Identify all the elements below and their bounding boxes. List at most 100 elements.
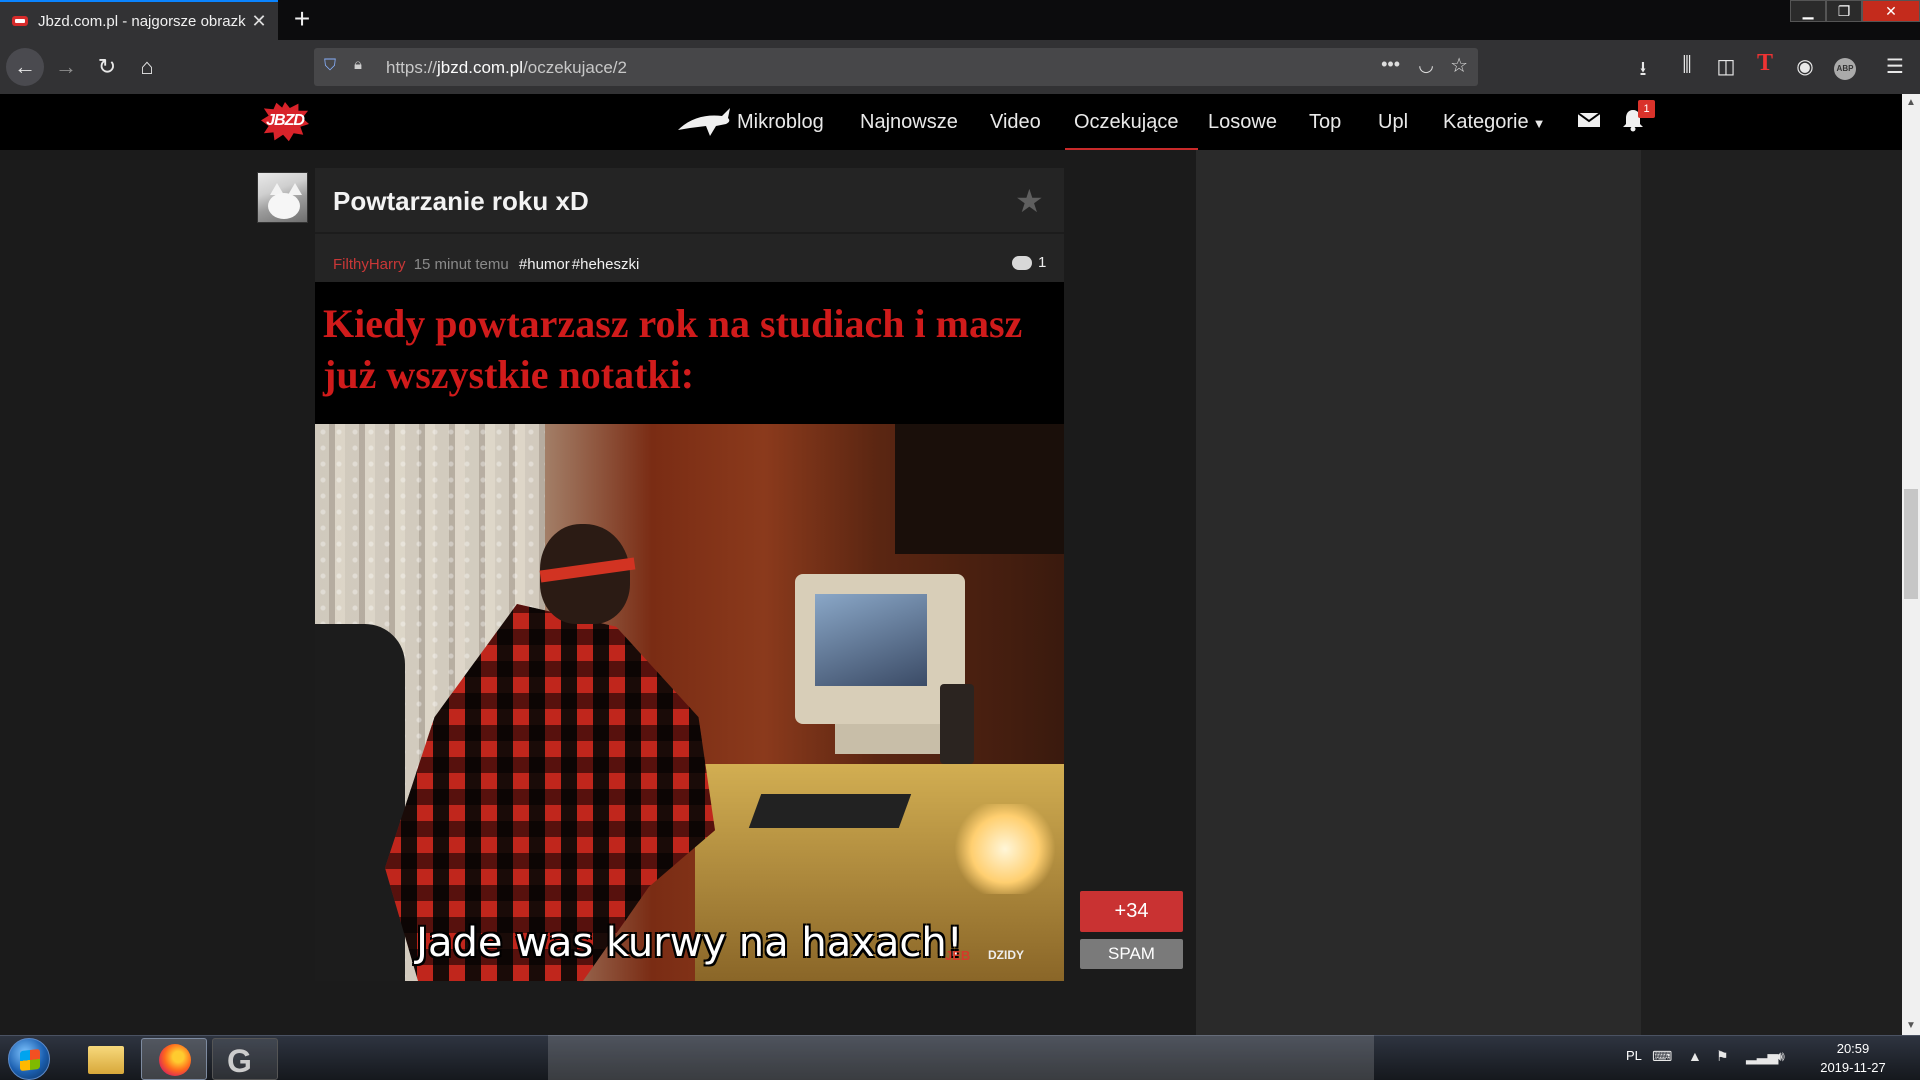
show-hidden-icons[interactable]: ▲ <box>1688 1048 1702 1064</box>
tab-title: Jbzd.com.pl - najgorsze obrazk <box>38 12 246 30</box>
extension-t-icon[interactable]: T <box>1750 50 1780 77</box>
adblock-icon[interactable]: ABP <box>1830 54 1860 80</box>
taskbar-background-window <box>548 1035 1374 1080</box>
favourite-star-icon[interactable]: ★ <box>1015 182 1044 220</box>
library-icon[interactable]: ⫼ <box>1672 54 1702 77</box>
post-meta: FilthyHarry 15 minut temu #humor #heheszk… <box>333 256 639 273</box>
maximize-window-button[interactable]: ❐ <box>1826 0 1862 22</box>
tag-link[interactable]: #heheszki <box>572 256 640 273</box>
tag-link[interactable]: #humor <box>519 256 570 273</box>
system-clock[interactable]: 20:59 2019-11-27 <box>1808 1039 1898 1077</box>
watermark-dzidy: DZIDY <box>988 948 1024 962</box>
sidebar-icon[interactable]: ◫ <box>1711 54 1741 79</box>
upvote-button[interactable]: +34 <box>1080 891 1183 932</box>
start-button[interactable] <box>8 1038 50 1080</box>
spam-button[interactable]: SPAM <box>1080 939 1183 969</box>
vertical-scrollbar[interactable]: ▲ ▼ <box>1902 94 1920 1035</box>
dark-wall-poster <box>895 424 1064 554</box>
tab-bar: Jbzd.com.pl - najgorsze obrazk ✕ + ▁ ❐ ✕ <box>0 0 1920 40</box>
downloads-icon[interactable]: ⭳ <box>1628 54 1658 88</box>
taskbar-app-g[interactable]: G <box>212 1038 278 1080</box>
bookmark-star-icon[interactable]: ☆ <box>1450 53 1468 78</box>
menu-mikroblog[interactable]: Mikroblog <box>737 94 824 150</box>
comment-bubble-icon <box>1012 256 1032 271</box>
site-header: JBZD Mikroblog Najnowsze Video Oczekując… <box>0 94 1902 150</box>
post-author-link[interactable]: FilthyHarry <box>333 256 406 273</box>
back-button[interactable]: ← <box>6 48 44 86</box>
page-actions-icon[interactable]: ••• <box>1381 54 1400 75</box>
minimize-window-button[interactable]: ▁ <box>1790 0 1826 22</box>
url-scheme: https:// <box>386 58 438 77</box>
network-icon[interactable]: ▂▃▅ <box>1746 1048 1778 1065</box>
notification-badge: 1 <box>1638 100 1655 118</box>
volume-icon[interactable]: 🔊︎ <box>1776 1048 1785 1065</box>
tab-active[interactable]: Jbzd.com.pl - najgorsze obrazk ✕ <box>0 0 278 40</box>
clock-date: 2019-11-27 <box>1820 1060 1886 1075</box>
menu-video[interactable]: Video <box>990 94 1041 150</box>
cat-face <box>268 193 300 219</box>
scroll-up-icon[interactable]: ▲ <box>1902 94 1920 112</box>
meme-image[interactable]: Kiedy powtarzasz rok na studiach i masz … <box>315 282 1064 981</box>
clock-time: 20:59 <box>1836 1041 1870 1056</box>
language-indicator[interactable]: PL <box>1626 1048 1642 1063</box>
web-page: JBZD Mikroblog Najnowsze Video Oczekując… <box>0 94 1902 1035</box>
url-host: jbzd.com.pl <box>437 58 524 77</box>
tracking-shield-icon[interactable]: ⛉ <box>324 57 340 77</box>
lock-icon[interactable]: 🔒︎ <box>354 56 370 76</box>
desktop-screen: Jbzd.com.pl - najgorsze obrazk ✕ + ▁ ❐ ✕… <box>0 0 1920 1080</box>
account-icon[interactable]: ◉ <box>1790 54 1820 79</box>
folder-icon <box>88 1046 124 1074</box>
monitor-screen <box>815 594 927 686</box>
post-title[interactable]: Powtarzanie roku xD <box>333 186 589 217</box>
sidebar-column <box>1196 150 1641 1035</box>
browser-window: Jbzd.com.pl - najgorsze obrazk ✕ + ▁ ❐ ✕… <box>0 0 1920 1035</box>
firefox-icon <box>159 1044 191 1076</box>
menu-najnowsze[interactable]: Najnowsze <box>860 94 958 150</box>
taskbar-firefox[interactable] <box>141 1038 207 1080</box>
jbzd-logo[interactable]: JBZD <box>257 100 313 144</box>
menu-kategorie-label: Kategorie <box>1443 111 1529 133</box>
taskbar-explorer[interactable] <box>72 1038 138 1080</box>
scroll-down-icon[interactable]: ▼ <box>1902 1017 1920 1035</box>
keyboard <box>748 794 912 828</box>
hamburger-menu-icon[interactable]: ☰ <box>1880 54 1910 79</box>
monitor-base <box>835 724 945 754</box>
meme-caption: Kiedy powtarzasz rok na studiach i masz … <box>323 301 1023 397</box>
pocket-icon[interactable]: ◡ <box>1418 55 1434 76</box>
meme-photo: Jade was kurwy na haxach! JEB DZIDY <box>315 424 1064 981</box>
url-path: /oczekujace/2 <box>523 58 627 77</box>
keyboard-tray-icon[interactable]: ⌨ <box>1652 1048 1672 1065</box>
menu-kategorie[interactable]: Kategorie ▼ <box>1443 94 1546 150</box>
shark-icon[interactable] <box>676 104 732 140</box>
watermark-jeb: JEB <box>945 948 971 963</box>
comments-link[interactable]: 1 <box>1012 254 1046 271</box>
menu-oczekujace[interactable]: Oczekujące <box>1074 94 1179 150</box>
new-tab-button[interactable]: + <box>286 4 318 36</box>
home-button[interactable]: ⌂ <box>128 48 166 86</box>
speaker <box>940 684 974 764</box>
windows-logo-icon <box>20 1048 40 1072</box>
logo-text: JBZD <box>266 112 305 129</box>
g-app-icon: G <box>227 1043 252 1079</box>
page-margin-right <box>1641 150 1902 1035</box>
menu-upl[interactable]: Upl <box>1378 94 1408 150</box>
site-favicon-icon <box>12 16 28 26</box>
menu-top[interactable]: Top <box>1309 94 1341 150</box>
close-tab-icon[interactable]: ✕ <box>248 11 270 32</box>
comment-count: 1 <box>1038 254 1047 271</box>
url-text[interactable]: https://jbzd.com.pl/oczekujace/2 <box>386 58 627 78</box>
author-avatar[interactable] <box>257 172 308 223</box>
mail-icon[interactable] <box>1578 112 1600 128</box>
menu-losowe[interactable]: Losowe <box>1208 94 1277 150</box>
lamp-glow <box>955 804 1055 894</box>
reload-button[interactable]: ↻ <box>88 48 126 86</box>
post-card: Powtarzanie roku xD ★ FilthyHarry 15 min… <box>315 168 1064 981</box>
chevron-down-icon: ▼ <box>1532 116 1546 131</box>
forward-button[interactable]: → <box>47 48 85 86</box>
post-divider <box>315 232 1064 234</box>
action-center-icon[interactable]: ⚑ <box>1716 1048 1729 1065</box>
post-timestamp: 15 minut temu <box>413 256 509 273</box>
scrollbar-thumb[interactable] <box>1904 489 1918 599</box>
close-window-button[interactable]: ✕ <box>1862 0 1920 22</box>
address-bar[interactable]: ⛉ 🔒︎ https://jbzd.com.pl/oczekujace/2 ••… <box>314 48 1478 86</box>
